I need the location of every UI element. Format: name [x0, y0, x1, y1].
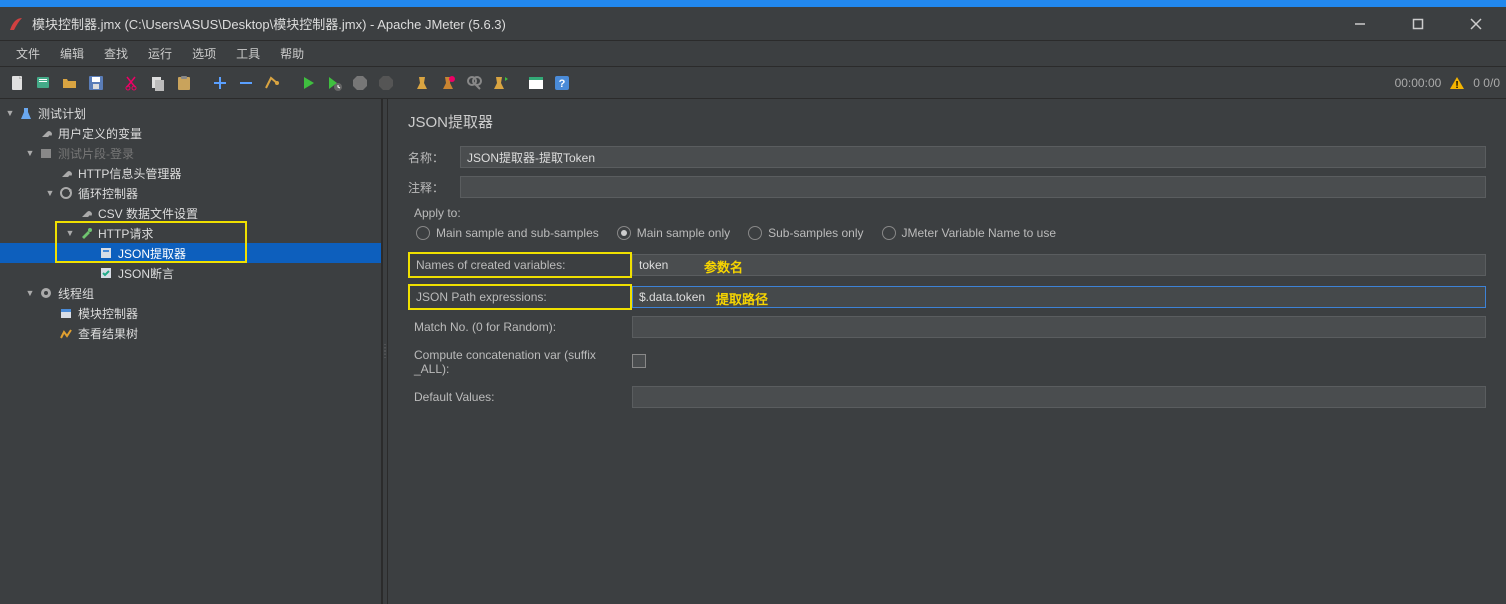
menu-file[interactable]: 文件 — [6, 41, 50, 66]
save-button[interactable] — [84, 71, 108, 95]
elapsed-time: 00:00:00 — [1395, 76, 1442, 90]
menu-options[interactable]: 选项 — [182, 41, 226, 66]
tree-http-request[interactable]: ▼ HTTP请求 — [0, 223, 381, 243]
titlebar: 模块控制器.jmx (C:\Users\ASUS\Desktop\模块控制器.j… — [0, 7, 1506, 41]
open-button[interactable] — [58, 71, 82, 95]
tree-thread-group[interactable]: ▼ 线程组 — [0, 283, 381, 303]
reset-search-button[interactable] — [488, 71, 512, 95]
default-values-input[interactable] — [632, 386, 1486, 408]
chevron-down-icon[interactable]: ▼ — [44, 187, 56, 199]
function-helper-button[interactable] — [524, 71, 548, 95]
fragment-icon — [38, 145, 54, 161]
copy-button[interactable] — [146, 71, 170, 95]
menu-run[interactable]: 运行 — [138, 41, 182, 66]
radio-jmeter-var[interactable]: JMeter Variable Name to use — [882, 226, 1057, 240]
clear-all-button[interactable] — [436, 71, 460, 95]
names-of-vars-input[interactable] — [632, 254, 1486, 276]
results-tree-icon — [58, 325, 74, 341]
menu-search[interactable]: 查找 — [94, 41, 138, 66]
apply-to-radios: Main sample and sub-samples Main sample … — [416, 226, 1486, 240]
collapse-button[interactable] — [234, 71, 258, 95]
menu-help[interactable]: 帮助 — [270, 41, 314, 66]
json-path-label: JSON Path expressions: — [408, 284, 632, 310]
tree-view-results[interactable]: 查看结果树 — [0, 323, 381, 343]
clear-button[interactable] — [410, 71, 434, 95]
toggle-button[interactable] — [260, 71, 284, 95]
jmeter-feather-icon — [8, 16, 24, 32]
tree-loop-controller[interactable]: ▼ 循环控制器 — [0, 183, 381, 203]
svg-text:!: ! — [1456, 80, 1459, 91]
os-accent-bar — [0, 0, 1506, 7]
tree-csv-data[interactable]: CSV 数据文件设置 — [0, 203, 381, 223]
minimize-button[interactable] — [1342, 10, 1378, 38]
start-button[interactable] — [296, 71, 320, 95]
tree-json-assert[interactable]: JSON断言 — [0, 263, 381, 283]
expand-button[interactable] — [208, 71, 232, 95]
cut-button[interactable] — [120, 71, 144, 95]
flask-icon — [18, 105, 34, 121]
match-no-input[interactable] — [632, 316, 1486, 338]
name-label: 名称： — [408, 149, 452, 166]
wrench-icon — [58, 165, 74, 181]
tree-test-plan[interactable]: ▼ 测试计划 — [0, 103, 381, 123]
app-window: 模块控制器.jmx (C:\Users\ASUS\Desktop\模块控制器.j… — [0, 0, 1506, 604]
window-title: 模块控制器.jmx (C:\Users\ASUS\Desktop\模块控制器.j… — [32, 14, 1342, 33]
tree-module-controller[interactable]: 模块控制器 — [0, 303, 381, 323]
chevron-down-icon[interactable]: ▼ — [4, 107, 16, 119]
main-area: ▼ 测试计划 用户定义的变量 ▼ 测试片段-登录 HTTP信息头管理器 ▼ — [0, 99, 1506, 604]
loop-icon — [58, 185, 74, 201]
paste-button[interactable] — [172, 71, 196, 95]
start-no-timers-button[interactable] — [322, 71, 346, 95]
names-of-vars-label: Names of created variables: — [408, 252, 632, 278]
window-controls — [1342, 10, 1494, 38]
module-icon — [58, 305, 74, 321]
name-input[interactable] — [460, 146, 1486, 168]
help-button[interactable]: ? — [550, 71, 574, 95]
shutdown-button[interactable] — [374, 71, 398, 95]
comment-label: 注释： — [408, 179, 452, 196]
json-path-input[interactable] — [632, 286, 1486, 308]
tree-panel[interactable]: ▼ 测试计划 用户定义的变量 ▼ 测试片段-登录 HTTP信息头管理器 ▼ — [0, 99, 382, 604]
properties-grid: Names of created variables: 参数名 JSON Pat… — [408, 252, 1486, 408]
warning-icon[interactable]: ! — [1449, 75, 1465, 91]
postprocessor-icon — [98, 245, 114, 261]
menu-edit[interactable]: 编辑 — [50, 41, 94, 66]
compute-concat-checkbox[interactable] — [632, 354, 646, 368]
chevron-down-icon[interactable]: ▼ — [24, 147, 36, 159]
radio-main-only[interactable]: Main sample only — [617, 226, 730, 240]
chevron-down-icon[interactable]: ▼ — [24, 287, 36, 299]
stop-button[interactable] — [348, 71, 372, 95]
menubar: 文件 编辑 查找 运行 选项 工具 帮助 — [0, 41, 1506, 67]
content-panel: JSON提取器 名称： 注释： Apply to: Main sample an… — [388, 99, 1506, 604]
apply-to-label: Apply to: — [414, 206, 1486, 220]
toolbar-left: ? — [6, 71, 574, 95]
chevron-down-icon[interactable]: ▼ — [64, 227, 76, 239]
assertion-icon — [98, 265, 114, 281]
tree-fragment-login[interactable]: ▼ 测试片段-登录 — [0, 143, 381, 163]
toolbar-status: 00:00:00 ! 0 0/0 — [1395, 75, 1500, 91]
close-button[interactable] — [1458, 10, 1494, 38]
tree-json-extractor[interactable]: JSON提取器 — [0, 243, 381, 263]
thread-counter: 0 0/0 — [1473, 76, 1500, 90]
toolbar: ? 00:00:00 ! 0 0/0 — [0, 67, 1506, 99]
templates-button[interactable] — [32, 71, 56, 95]
comment-input[interactable] — [460, 176, 1486, 198]
new-button[interactable] — [6, 71, 30, 95]
pipette-icon — [78, 225, 94, 241]
wrench-icon — [78, 205, 94, 221]
radio-sub-only[interactable]: Sub-samples only — [748, 226, 863, 240]
radio-main-and-sub[interactable]: Main sample and sub-samples — [416, 226, 599, 240]
wrench-icon — [38, 125, 54, 141]
menu-tools[interactable]: 工具 — [226, 41, 270, 66]
panel-title: JSON提取器 — [408, 111, 1486, 132]
tree-user-vars[interactable]: 用户定义的变量 — [0, 123, 381, 143]
svg-text:?: ? — [559, 78, 566, 90]
default-values-label: Default Values: — [408, 386, 632, 408]
match-no-label: Match No. (0 for Random): — [408, 316, 632, 338]
compute-concat-label: Compute concatenation var (suffix _ALL): — [408, 344, 632, 380]
maximize-button[interactable] — [1400, 10, 1436, 38]
search-button[interactable] — [462, 71, 486, 95]
tree-http-header[interactable]: HTTP信息头管理器 — [0, 163, 381, 183]
gear-icon — [38, 285, 54, 301]
